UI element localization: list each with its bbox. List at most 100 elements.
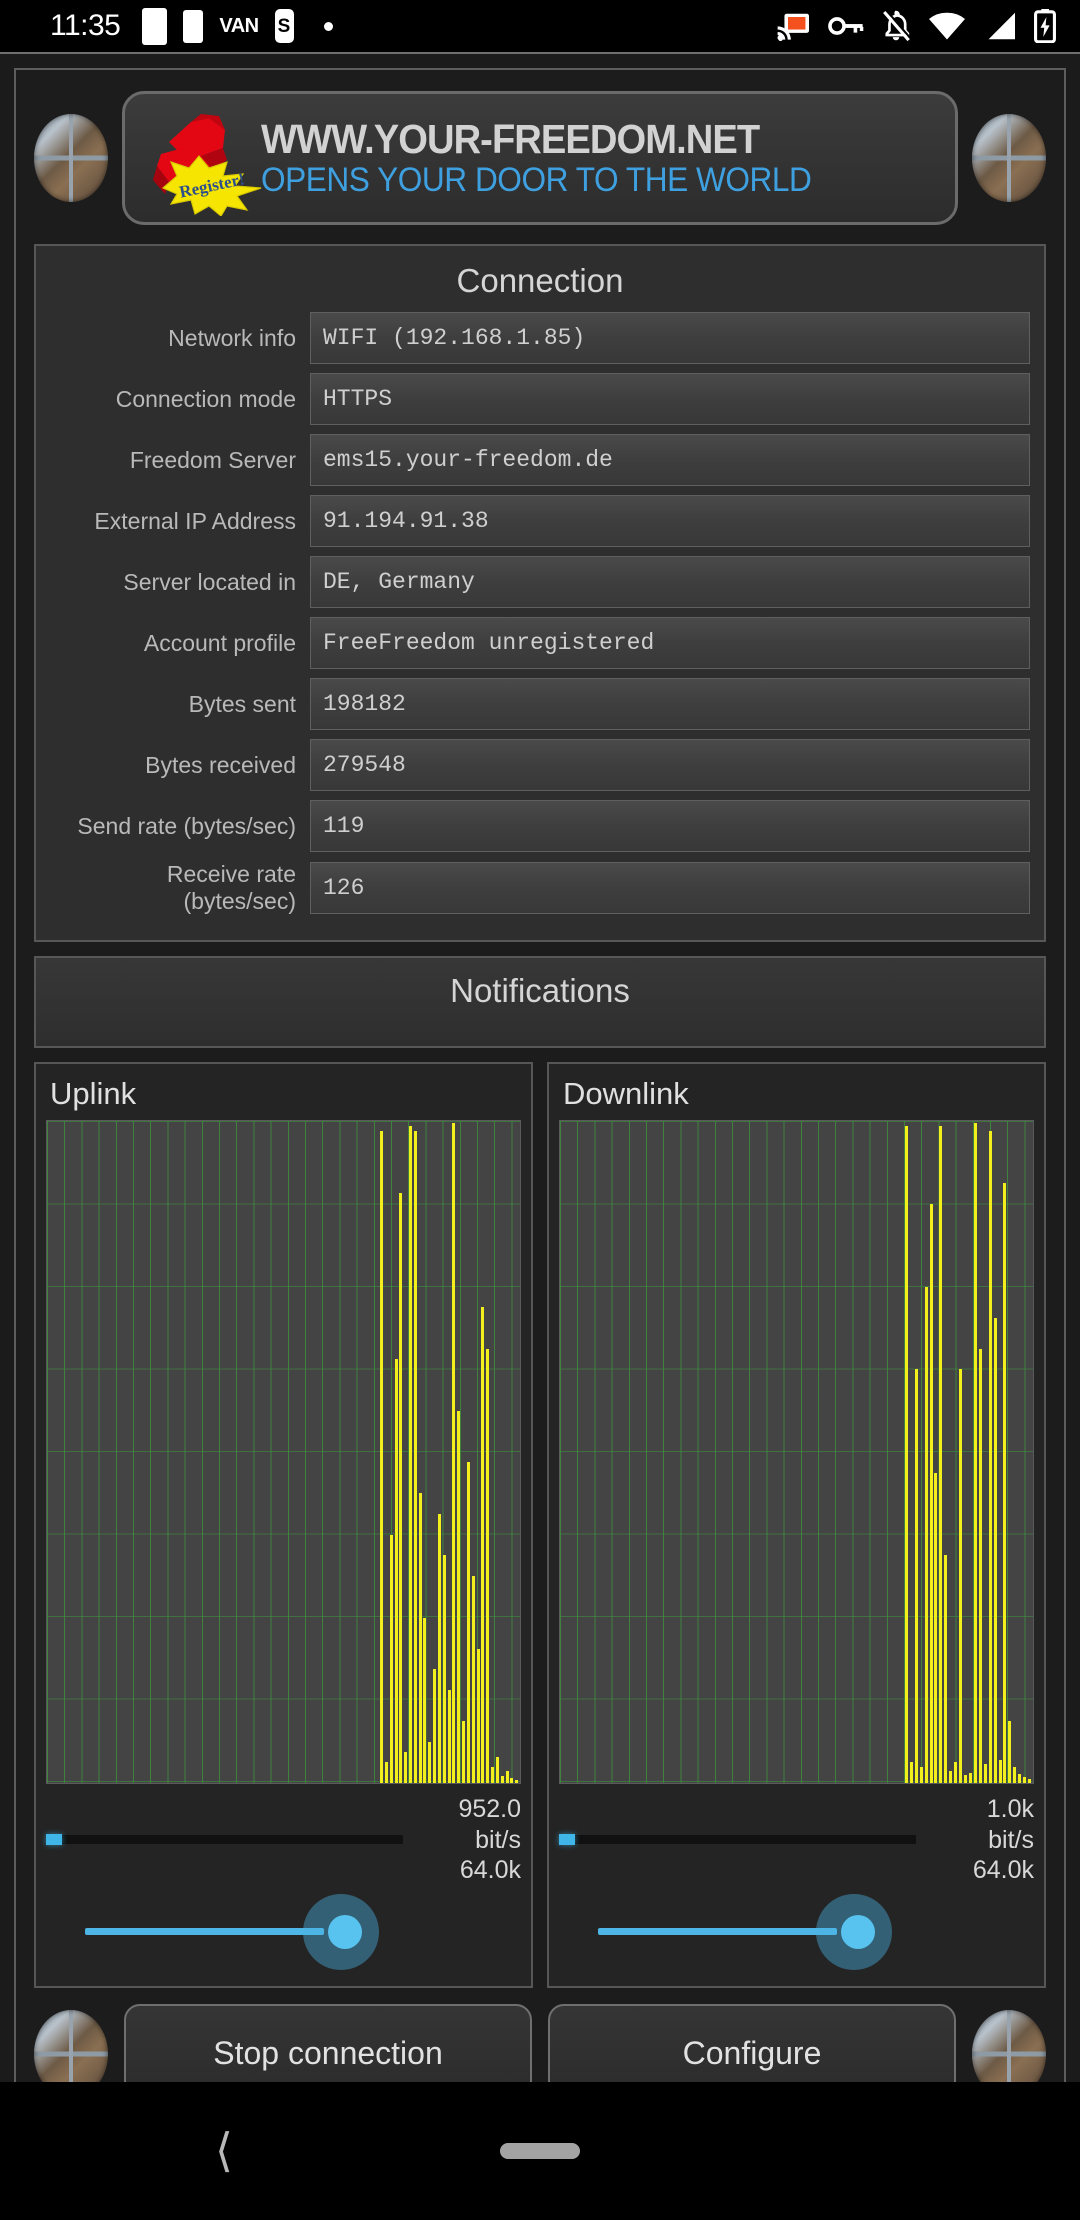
chart-bar [491, 1767, 495, 1783]
chart-bar [968, 1772, 972, 1783]
uplink-slider-thumb[interactable] [328, 1914, 363, 1949]
connection-row: Account profile FreeFreedom unregistered [50, 617, 1030, 669]
connection-row: Freedom Server ems15.your-freedom.de [50, 434, 1030, 486]
chart-bar [1008, 1720, 1012, 1783]
home-pill-icon[interactable] [500, 2143, 580, 2159]
chart-bar [462, 1720, 466, 1783]
downlink-slider-thumb[interactable] [841, 1914, 876, 1949]
connection-row-value[interactable]: DE, Germany [310, 556, 1030, 608]
downlink-chart-card: Downlink 1.0k bit/s 64.0k [547, 1062, 1046, 1988]
connection-row: Network info WIFI (192.168.1.85) [50, 312, 1030, 364]
chart-bar [442, 1555, 446, 1783]
chart-bar [399, 1193, 403, 1783]
connection-row-label: Network info [168, 324, 296, 351]
uplink-current-rate: 952.0 [458, 1795, 521, 1823]
chart-bar [983, 1764, 987, 1783]
connection-row-label: External IP Address [94, 507, 296, 534]
uplink-slider-fill [85, 1928, 325, 1935]
uplink-rate-slider[interactable] [46, 1890, 403, 1974]
chart-bar [949, 1770, 953, 1783]
uplink-rate-unit: bit/s [475, 1825, 521, 1854]
chart-bar [978, 1348, 982, 1783]
promo-banner[interactable]: Register! WWW.YOUR-FREEDOM.NET OPENS YOU… [122, 91, 958, 225]
connection-row: Bytes sent 198182 [50, 678, 1030, 730]
connection-row-value[interactable]: 119 [310, 800, 1030, 852]
connection-row-label: Bytes received [145, 751, 296, 778]
chart-bar [959, 1369, 963, 1783]
chart-bar [1003, 1183, 1007, 1783]
chart-bar [909, 1762, 913, 1783]
connection-row-value[interactable]: ems15.your-freedom.de [310, 434, 1030, 486]
chart-bar [904, 1126, 908, 1783]
connection-panel-title: Connection [456, 262, 624, 299]
chart-bar [914, 1369, 918, 1783]
chart-bar [437, 1514, 441, 1783]
uplink-bars [47, 1121, 520, 1783]
downlink-scale-max: 64.0k [972, 1856, 1034, 1884]
uplink-scale-max: 64.0k [459, 1856, 521, 1884]
status-bar-left-icons: VAN S [0, 7, 334, 52]
chart-bar [486, 1348, 490, 1783]
chart-bar [954, 1762, 958, 1783]
porthole-window-icon-right[interactable] [972, 114, 1046, 202]
porthole-window-icon[interactable] [34, 114, 108, 202]
chart-bar [515, 1779, 519, 1783]
chart-bar [1023, 1776, 1027, 1783]
downlink-rate-slider[interactable] [559, 1890, 916, 1974]
connection-row-label: Account profile [143, 629, 296, 656]
status-bar: 11:35 VAN S [0, 0, 1080, 52]
uplink-rate-block: 952.0 bit/s 64.0k [403, 1794, 521, 1886]
chart-bar [934, 1472, 938, 1783]
es-icon: S [0, 9, 295, 52]
chart-bar [1013, 1767, 1017, 1783]
connection-row-label: Send rate (bytes/sec) [77, 812, 296, 839]
connection-row-label: Bytes sent [188, 690, 296, 717]
connection-row-value[interactable]: WIFI (192.168.1.85) [310, 312, 1030, 364]
connection-row-label: Freedom Server [129, 446, 296, 473]
connection-row-value[interactable]: HTTPS [310, 373, 1030, 425]
chart-bar [988, 1131, 992, 1783]
chart-bar [1018, 1773, 1022, 1783]
downlink-plot [559, 1120, 1034, 1784]
downlink-rate-block: 1.0k bit/s 64.0k [916, 1794, 1034, 1886]
chart-bar [466, 1462, 470, 1783]
chart-bar [380, 1131, 384, 1783]
connection-row-value[interactable]: FreeFreedom unregistered [310, 617, 1030, 669]
chart-bar [510, 1777, 514, 1783]
back-chevron-icon[interactable]: ⟨ [215, 2128, 233, 2174]
connection-row-value[interactable]: 91.194.91.38 [310, 495, 1030, 547]
connection-row: Server located in DE, Germany [50, 556, 1030, 608]
chart-bar [452, 1123, 456, 1783]
downlink-progress-row: 1.0k bit/s 64.0k [559, 1794, 1034, 1886]
chart-bar [408, 1126, 412, 1783]
uplink-progress-track[interactable] [46, 1834, 403, 1846]
downlink-bars [560, 1121, 1033, 1783]
notifications-panel[interactable]: Notifications [34, 956, 1046, 1048]
downlink-progress-knob[interactable] [559, 1834, 575, 1846]
chart-bar [457, 1410, 461, 1783]
chart-bar [413, 1131, 417, 1783]
connection-row-value[interactable]: 279548 [310, 739, 1030, 791]
connection-row-value[interactable]: 126 [310, 862, 1030, 914]
uplink-progress-knob[interactable] [46, 1834, 62, 1846]
downlink-slider-fill [598, 1928, 838, 1935]
downlink-slider-row [559, 1890, 1034, 1974]
chart-bar [433, 1669, 437, 1783]
chart-bar [919, 1767, 923, 1783]
chart-bar [418, 1493, 422, 1783]
banner-subtitle: OPENS YOUR DOOR TO THE WORLD [261, 160, 812, 199]
chart-bar [394, 1358, 398, 1783]
red-fist-icon: Register! [139, 96, 262, 220]
connection-row-value[interactable]: 198182 [310, 678, 1030, 730]
app-window: Register! WWW.YOUR-FREEDOM.NET OPENS YOU… [0, 52, 1080, 2104]
connection-panel: Connection Network info WIFI (192.168.1.8… [34, 244, 1046, 942]
uplink-progress-row: 952.0 bit/s 64.0k [46, 1794, 521, 1886]
downlink-progress-track[interactable] [559, 1834, 916, 1846]
connection-rows: Network info WIFI (192.168.1.85) Connectio… [50, 312, 1030, 915]
chart-bar [389, 1534, 393, 1783]
chart-bar [404, 1751, 408, 1783]
banner-title: WWW.YOUR-FREEDOM.NET [261, 115, 760, 162]
banner-row: Register! WWW.YOUR-FREEDOM.NET OPENS YOU… [34, 86, 1046, 230]
chart-bar [929, 1203, 933, 1783]
chart-bar [1028, 1778, 1032, 1783]
